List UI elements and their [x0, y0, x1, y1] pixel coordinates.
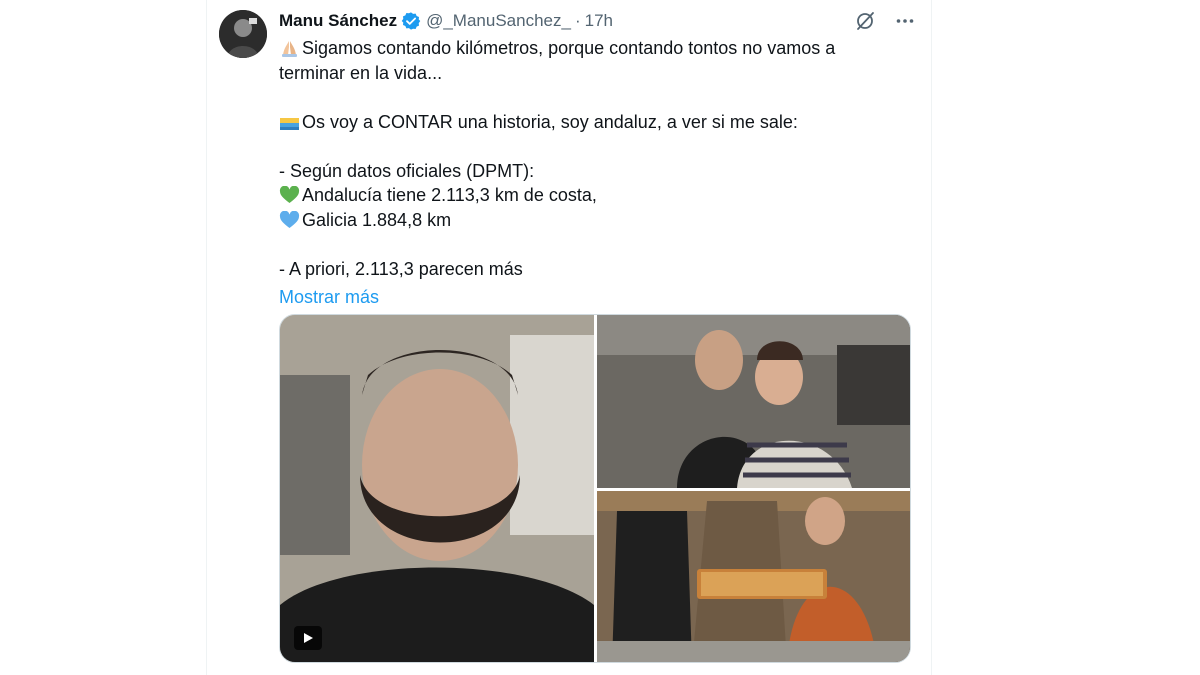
tweet-line-text: Sigamos contando kilómetros, porque cont…: [302, 38, 836, 58]
avatar-image: [219, 10, 267, 58]
play-icon[interactable]: [294, 626, 322, 650]
photo-image: [280, 315, 594, 662]
avatar[interactable]: [219, 10, 267, 58]
tweet-line: - A priori, 2.113,3 parecen más: [279, 257, 889, 282]
beach-flag-icon: [279, 113, 300, 131]
green-heart-icon: [279, 185, 300, 204]
photo-selfie-with-woman[interactable]: [597, 315, 910, 488]
tweet-line: Sigamos contando kilómetros, porque cont…: [279, 36, 889, 61]
photo-selfie-video[interactable]: [280, 315, 594, 662]
tweet-line: Os voy a CONTAR una historia, soy andalu…: [279, 110, 889, 135]
photo-image: [597, 315, 910, 488]
photo-image: [597, 491, 910, 662]
tweet-line: Andalucía tiene 2.113,3 km de costa,: [279, 183, 889, 208]
tweet-line: Galicia 1.884,8 km: [279, 208, 889, 233]
praying-hands-icon: [279, 39, 300, 58]
header-actions: [852, 8, 918, 34]
author-name[interactable]: Manu Sánchez: [279, 11, 397, 31]
photo-holding-tray[interactable]: [597, 491, 910, 662]
more-options-icon[interactable]: [892, 8, 918, 34]
timestamp[interactable]: 17h: [585, 11, 613, 31]
show-more-link[interactable]: Mostrar más: [279, 285, 889, 310]
tweet-line: - Según datos oficiales (DPMT):: [279, 159, 889, 184]
grok-icon[interactable]: [852, 8, 878, 34]
tweet-line-text: terminar en la vida...: [279, 62, 443, 83]
tweet-header: Manu Sánchez @_ManuSanchez_ · 17h: [279, 10, 613, 32]
media-grid: [279, 314, 911, 663]
tweet-line-text: Galicia 1.884,8 km: [302, 209, 452, 230]
verified-badge-icon: [401, 11, 421, 31]
blue-heart-icon: [279, 210, 300, 229]
tweet-line: terminar en la vida...: [279, 61, 889, 86]
tweet-line-text: - A priori, 2.113,3 parecen más: [279, 258, 523, 279]
tweet-text: Sigamos contando kilómetros, porque cont…: [279, 36, 889, 310]
separator: ·: [574, 11, 581, 30]
author-handle[interactable]: @_ManuSanchez_: [426, 11, 571, 31]
tweet-line-text: - Según datos oficiales (DPMT):: [279, 160, 535, 181]
tweet-line-text: Os voy a CONTAR una historia, soy andalu…: [302, 111, 798, 132]
tweet-line-text: Andalucía tiene 2.113,3 km de costa,: [302, 185, 597, 205]
